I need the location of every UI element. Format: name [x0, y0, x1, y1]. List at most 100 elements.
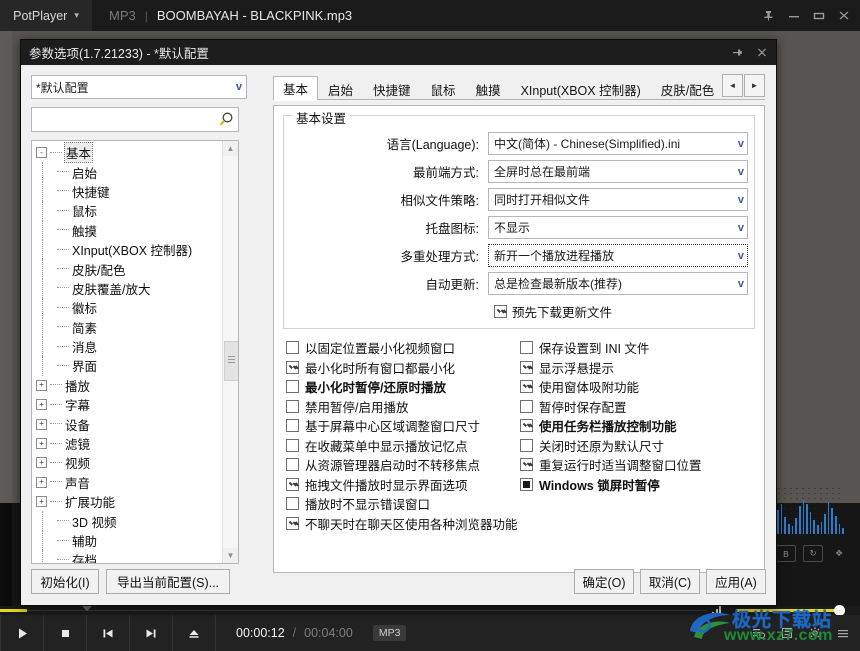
- config-profile-select[interactable]: *默认配置 v: [31, 75, 247, 99]
- field-select[interactable]: 不显示 v: [488, 216, 748, 239]
- play-icon[interactable]: [0, 615, 44, 651]
- shuffle-icon[interactable]: ✥: [830, 546, 848, 561]
- settings-search-box[interactable]: [31, 107, 239, 132]
- checkbox[interactable]: [286, 497, 299, 511]
- checkbox[interactable]: [286, 399, 299, 413]
- tree-item-16[interactable]: + 视频: [32, 453, 222, 472]
- tree-item-0[interactable]: - 基本: [32, 142, 222, 164]
- field-select[interactable]: 新开一个播放进程播放 v: [488, 244, 748, 267]
- option-left-3[interactable]: 禁用暂停/启用播放: [286, 397, 520, 417]
- equalizer-icon[interactable]: [774, 615, 800, 651]
- expand-icon[interactable]: +: [36, 496, 47, 508]
- scroll-up-icon[interactable]: ▲: [223, 141, 238, 156]
- field-select[interactable]: 总是检查最新版本(推荐) v: [488, 272, 748, 295]
- scroll-thumb[interactable]: [224, 341, 238, 381]
- chevron-down-icon[interactable]: v: [734, 194, 744, 206]
- option-left-8[interactable]: 播放时不显示错误窗口: [286, 494, 520, 514]
- pre-download-row[interactable]: 预先下载更新文件: [494, 302, 612, 321]
- field-select[interactable]: 全屏时总在最前端 v: [488, 160, 748, 183]
- option-right-5[interactable]: 关闭时还原为默认尺寸: [520, 436, 754, 456]
- previous-icon[interactable]: [87, 615, 130, 651]
- tree-item-3[interactable]: 鼠标: [32, 201, 222, 221]
- footer-button-left-1[interactable]: 导出当前配置(S)...: [106, 569, 230, 594]
- tab-4[interactable]: 触摸: [466, 78, 511, 100]
- checkbox[interactable]: [286, 477, 299, 491]
- option-right-2[interactable]: 使用窗体吸附功能: [520, 377, 754, 397]
- playlist-icon[interactable]: [746, 615, 772, 651]
- checkbox[interactable]: [520, 477, 533, 491]
- checkbox[interactable]: [520, 360, 533, 374]
- tree-item-10[interactable]: 消息: [32, 336, 222, 357]
- pin-icon[interactable]: [726, 40, 750, 65]
- seek-bar[interactable]: [0, 605, 860, 616]
- option-left-1[interactable]: 最小化时所有窗口都最小化: [286, 358, 520, 378]
- tab-6[interactable]: 皮肤/配色: [651, 78, 724, 100]
- tree-item-8[interactable]: 徽标: [32, 298, 222, 318]
- checkbox[interactable]: [520, 341, 533, 355]
- checkbox[interactable]: [286, 458, 299, 472]
- collapse-icon[interactable]: -: [36, 147, 47, 159]
- option-left-2[interactable]: 最小化时暂停/还原时播放: [286, 377, 520, 397]
- tree-item-11[interactable]: 界面: [32, 356, 222, 377]
- search-icon[interactable]: [214, 111, 238, 128]
- tab-scroll-next-icon[interactable]: ►: [744, 74, 765, 97]
- option-left-9[interactable]: 不聊天时在聊天区使用各种浏览器功能: [286, 514, 520, 534]
- settings-tree[interactable]: - 基本 启始 快捷键 鼠标 触摸 XInput(XBOX 控制器) 皮肤/配色 皮肤覆盖/放大…: [31, 140, 239, 564]
- volume-slider[interactable]: [712, 605, 852, 616]
- checkbox[interactable]: [286, 380, 299, 394]
- chevron-down-icon[interactable]: v: [734, 166, 744, 178]
- chevron-down-icon[interactable]: v: [734, 222, 744, 234]
- tree-item-17[interactable]: + 声音: [32, 473, 222, 492]
- tab-1[interactable]: 启始: [318, 78, 363, 100]
- chevron-down-icon[interactable]: v: [734, 278, 744, 290]
- field-select[interactable]: 同时打开相似文件 v: [488, 188, 748, 211]
- app-menu-button[interactable]: PotPlayer ▾: [0, 0, 92, 31]
- option-right-3[interactable]: 暂停时保存配置: [520, 397, 754, 417]
- footer-button-right-2[interactable]: 应用(A): [706, 569, 766, 594]
- tree-item-15[interactable]: + 滤镜: [32, 434, 222, 453]
- tree-item-19[interactable]: 3D 视频: [32, 511, 222, 532]
- tab-5[interactable]: XInput(XBOX 控制器): [511, 78, 651, 100]
- option-right-1[interactable]: 显示浮悬提示: [520, 358, 754, 378]
- checkbox[interactable]: [286, 360, 299, 374]
- checkbox[interactable]: [520, 458, 533, 472]
- tree-item-7[interactable]: 皮肤覆盖/放大: [32, 278, 222, 299]
- pre-download-checkbox[interactable]: [494, 305, 507, 318]
- tab-3[interactable]: 鼠标: [421, 78, 466, 100]
- tab-2[interactable]: 快捷键: [363, 78, 421, 100]
- tree-scrollbar[interactable]: ▲ ▼: [222, 141, 238, 563]
- option-right-4[interactable]: 使用任务栏播放控制功能: [520, 416, 754, 436]
- option-right-6[interactable]: 重复运行时适当调整窗口位置: [520, 455, 754, 475]
- expand-icon[interactable]: +: [36, 438, 47, 450]
- checkbox[interactable]: [520, 399, 533, 413]
- option-left-5[interactable]: 在收藏菜单中显示播放记忆点: [286, 436, 520, 456]
- eject-icon[interactable]: [173, 615, 216, 651]
- tab-0[interactable]: 基本: [273, 76, 319, 101]
- checkbox[interactable]: [286, 516, 299, 530]
- checkbox[interactable]: [520, 438, 533, 452]
- tree-item-12[interactable]: + 播放: [32, 376, 222, 395]
- checkbox[interactable]: [520, 380, 533, 394]
- footer-button-right-1[interactable]: 取消(C): [640, 569, 700, 594]
- stop-icon[interactable]: [44, 615, 87, 651]
- tree-item-9[interactable]: 简素: [32, 317, 222, 338]
- minimize-icon[interactable]: [781, 0, 806, 31]
- tree-item-14[interactable]: + 设备: [32, 414, 222, 433]
- close-icon[interactable]: [750, 40, 774, 65]
- tree-item-20[interactable]: 辅助: [32, 530, 222, 551]
- tree-item-6[interactable]: 皮肤/配色: [32, 259, 222, 280]
- tree-item-5[interactable]: XInput(XBOX 控制器): [32, 239, 222, 260]
- chevron-down-icon[interactable]: v: [734, 138, 744, 150]
- tree-item-1[interactable]: 启始: [32, 162, 222, 183]
- loop-icon[interactable]: ↻: [803, 545, 823, 562]
- tree-item-13[interactable]: + 字幕: [32, 395, 222, 414]
- search-input[interactable]: [32, 108, 214, 131]
- field-select[interactable]: 中文(简体) - Chinese(Simplified).ini v: [488, 132, 748, 155]
- option-right-7[interactable]: Windows 锁屏时暂停: [520, 475, 754, 495]
- tree-item-4[interactable]: 触摸: [32, 220, 222, 241]
- option-left-4[interactable]: 基于屏幕中心区域调整窗口尺寸: [286, 416, 520, 436]
- maximize-icon[interactable]: [806, 0, 831, 31]
- checkbox[interactable]: [286, 341, 299, 355]
- footer-button-right-0[interactable]: 确定(O): [574, 569, 634, 594]
- checkbox[interactable]: [286, 438, 299, 452]
